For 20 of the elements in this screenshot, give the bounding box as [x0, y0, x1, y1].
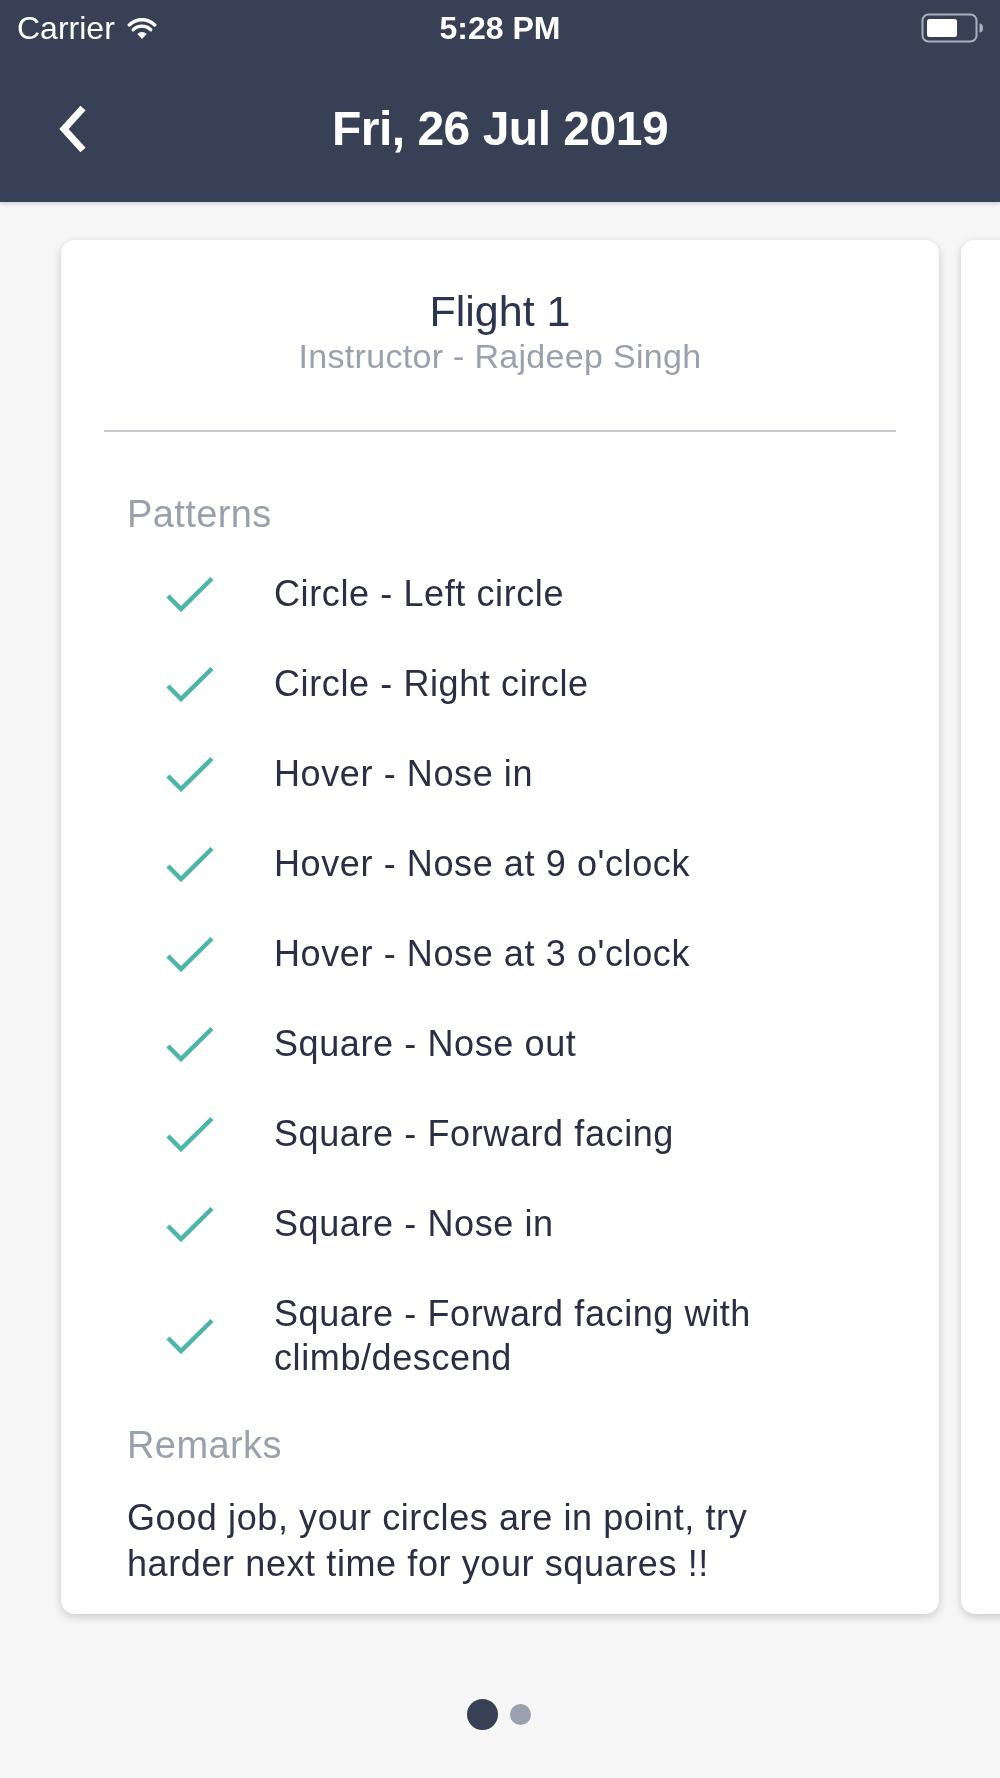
- pattern-label: Square - Nose out: [274, 1022, 578, 1066]
- pattern-label: Circle - Right circle: [274, 662, 590, 706]
- chevron-left-icon: [58, 104, 88, 154]
- instructor-subtitle: Instructor - Rajdeep Singh: [298, 336, 702, 376]
- status-time: 5:28 PM: [439, 10, 561, 46]
- screen-title: Fri, 26 Jul 2019: [331, 101, 669, 157]
- pattern-label: Hover - Nose at 9 o'clock: [274, 842, 692, 886]
- pattern-label: Square - Forward facing: [274, 1112, 675, 1156]
- pattern-label: Circle - Left circle: [274, 572, 566, 616]
- remarks-text: Good job, your circles are in point, try harder next time for your squares !!: [127, 1496, 749, 1586]
- section-heading: Patterns: [127, 492, 273, 536]
- section-heading: Remarks: [127, 1423, 283, 1467]
- carrier-label: Carrier: [17, 10, 115, 46]
- battery-icon: [921, 13, 983, 43]
- pattern-label: Square - Forward facing with climb/descend: [274, 1292, 752, 1380]
- wifi-icon: [126, 16, 157, 40]
- pattern-label: Square - Nose in: [274, 1202, 555, 1246]
- pattern-label: Hover - Nose in: [274, 752, 535, 796]
- card-title: Flight 1: [429, 286, 571, 336]
- pattern-label: Hover - Nose at 3 o'clock: [274, 932, 692, 976]
